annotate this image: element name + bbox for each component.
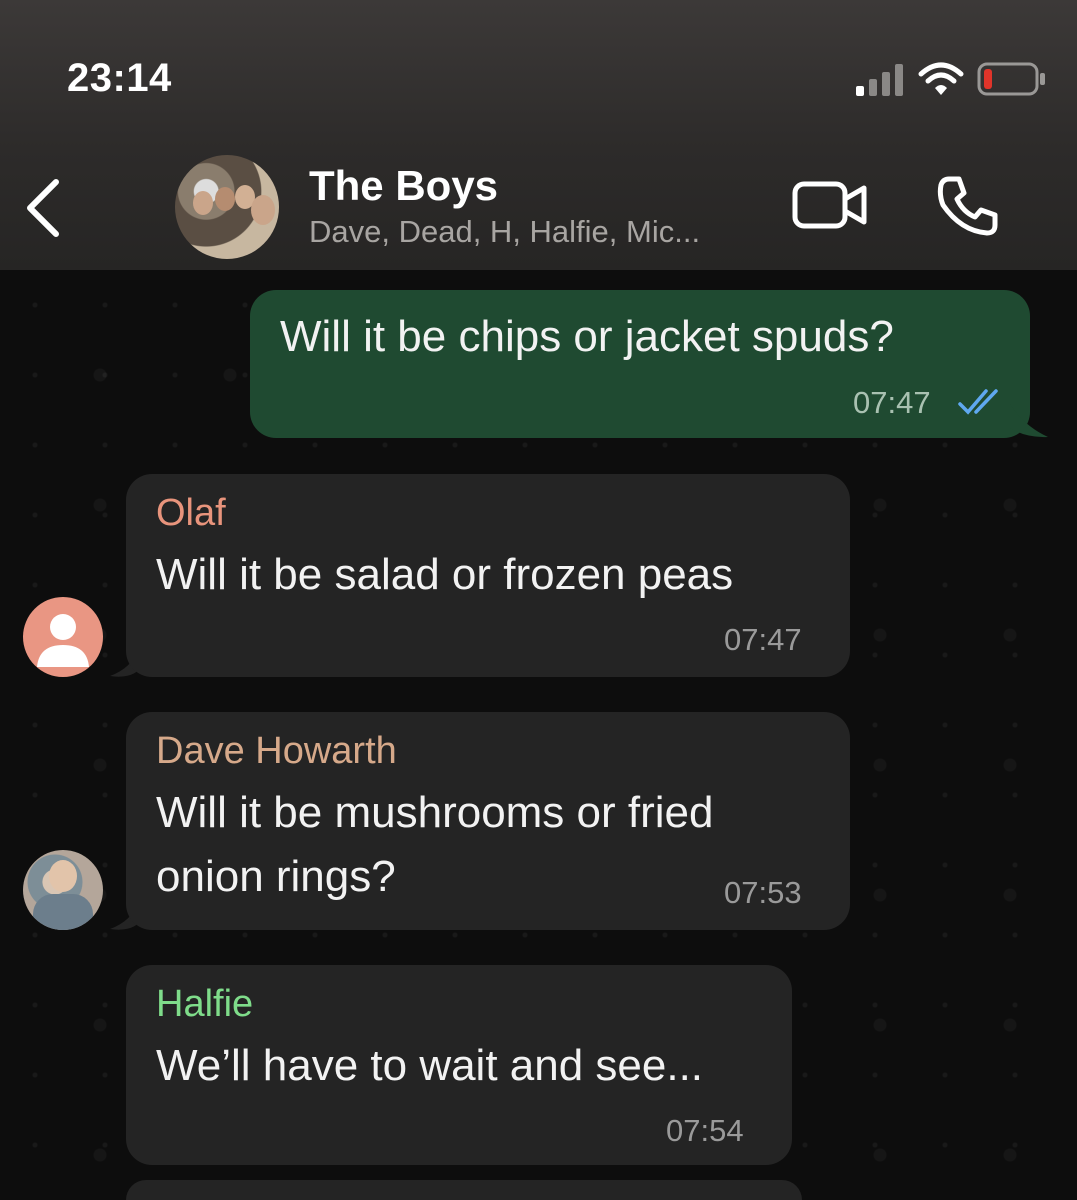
sender-name[interactable]: Halfie bbox=[156, 983, 253, 1026]
message-time: 07:54 bbox=[666, 1113, 744, 1148]
message-outgoing[interactable]: Will it be chips or jacket spuds? 07:47 bbox=[250, 290, 1030, 438]
message-text-line: Will it be mushrooms or fried bbox=[156, 788, 714, 837]
status-time: 23:14 bbox=[67, 56, 172, 100]
wifi-icon bbox=[918, 62, 964, 95]
chat-participants[interactable]: Dave, Dead, H, Halfie, Mic... bbox=[309, 214, 700, 250]
battery-low-icon bbox=[977, 62, 1045, 96]
chat-header: 23:14 The Boys Dave, Dead, H, Halfie, Mi… bbox=[0, 0, 1077, 270]
avatar[interactable] bbox=[23, 850, 103, 930]
message-time: 07:47 bbox=[724, 622, 802, 657]
message-text-line: onion rings? bbox=[156, 852, 396, 901]
message-text: We’ll have to wait and see... bbox=[156, 1041, 704, 1090]
message-text: Will it be salad or frozen peas bbox=[156, 550, 734, 599]
message-time: 07:47 bbox=[853, 385, 931, 420]
video-call-icon[interactable] bbox=[792, 180, 868, 230]
sender-name[interactable]: Dave Howarth bbox=[156, 730, 397, 773]
sender-name[interactable]: Olaf bbox=[156, 492, 226, 535]
group-avatar[interactable] bbox=[175, 155, 279, 259]
message-time: 07:53 bbox=[724, 875, 802, 910]
default-person-icon bbox=[37, 614, 89, 667]
phone-call-icon[interactable] bbox=[937, 175, 999, 237]
message-incoming[interactable]: Halfie We’ll have to wait and see... 07:… bbox=[126, 965, 792, 1165]
avatar[interactable] bbox=[23, 597, 103, 677]
message-incoming-partial[interactable] bbox=[126, 1180, 802, 1200]
message-text: Will it be chips or jacket spuds? bbox=[280, 312, 894, 361]
chat-title[interactable]: The Boys bbox=[309, 162, 498, 210]
message-incoming[interactable]: Dave Howarth Will it be mushrooms or fri… bbox=[126, 712, 850, 930]
message-incoming[interactable]: Olaf Will it be salad or frozen peas 07:… bbox=[126, 474, 850, 677]
read-receipt-icon bbox=[958, 389, 998, 415]
bubble-tail bbox=[1010, 404, 1048, 438]
cellular-signal-icon bbox=[856, 64, 903, 96]
back-chevron-icon[interactable] bbox=[20, 176, 64, 240]
